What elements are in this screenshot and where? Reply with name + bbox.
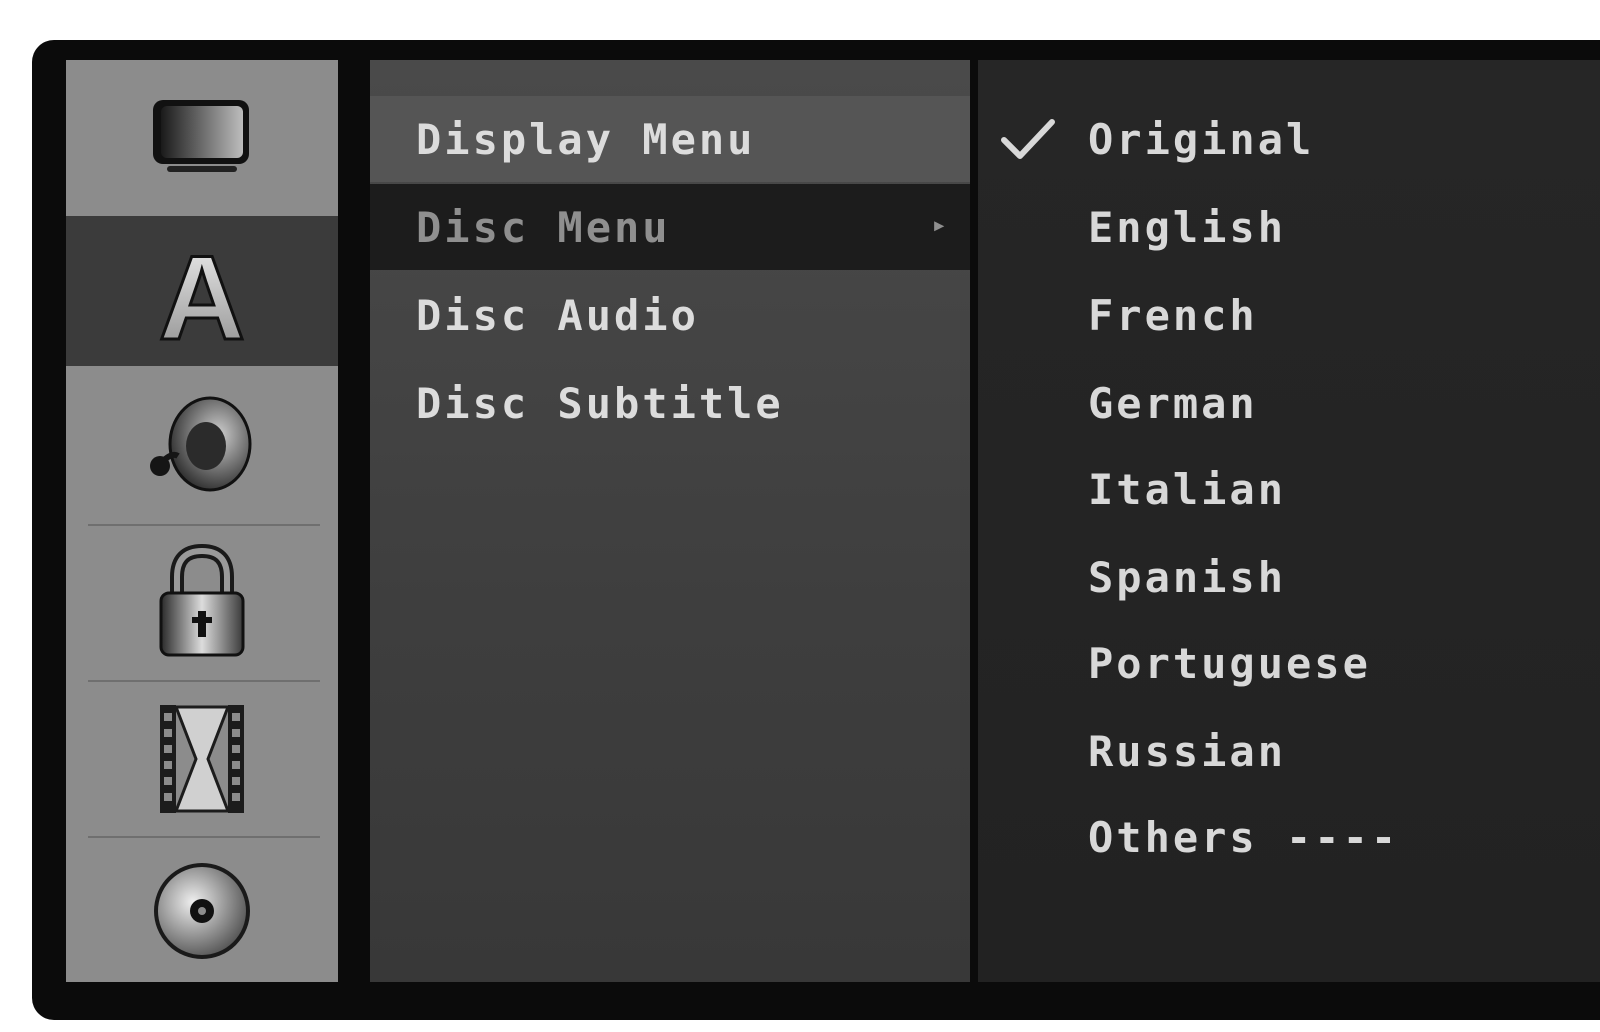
menu-item-label: Disc Subtitle xyxy=(416,378,784,428)
option-label: French xyxy=(1088,290,1258,340)
checkmark-icon xyxy=(1001,119,1055,159)
option-label: Spanish xyxy=(1088,552,1287,602)
setup-category-sidebar: A xyxy=(66,60,338,982)
option-label: Portuguese xyxy=(1088,638,1371,688)
menu-item-disc-subtitle[interactable]: Disc Subtitle xyxy=(370,360,970,446)
menu-item-label: Disc Audio xyxy=(416,290,699,340)
category-recording[interactable] xyxy=(66,684,338,834)
menu-item-disc-menu[interactable]: Disc Menu ▸ xyxy=(370,184,970,270)
option-english[interactable]: English xyxy=(978,184,1600,270)
menu-item-label: Display Menu xyxy=(416,114,756,164)
option-label: Others ---- xyxy=(1088,812,1400,862)
language-icon: A xyxy=(157,231,247,351)
option-german[interactable]: German xyxy=(978,360,1600,446)
option-label: German xyxy=(1088,378,1258,428)
option-label: Russian xyxy=(1088,726,1287,776)
option-others[interactable]: Others ---- xyxy=(978,794,1600,880)
menu-item-disc-audio[interactable]: Disc Audio xyxy=(370,272,970,358)
lock-icon xyxy=(159,543,245,657)
option-original[interactable]: Original xyxy=(978,96,1600,182)
sidebar-divider xyxy=(88,836,320,838)
option-italian[interactable]: Italian xyxy=(978,446,1600,532)
menu-item-label: Disc Menu xyxy=(416,202,671,252)
svg-text:A: A xyxy=(159,231,246,351)
option-russian[interactable]: Russian xyxy=(978,708,1600,794)
sidebar-divider xyxy=(88,680,320,682)
option-label: Italian xyxy=(1088,464,1287,514)
option-label: Original xyxy=(1088,114,1315,164)
category-lock[interactable] xyxy=(66,528,338,678)
category-audio[interactable] xyxy=(66,372,338,522)
option-portuguese[interactable]: Portuguese xyxy=(978,620,1600,706)
recording-icon xyxy=(160,705,244,813)
display-icon xyxy=(153,100,249,172)
category-disc[interactable] xyxy=(66,840,338,982)
sidebar-divider xyxy=(88,524,320,526)
setup-menu-list: Display Menu Disc Menu ▸ Disc Audio Disc… xyxy=(370,60,970,982)
language-options-list: Original English French German Italian S… xyxy=(978,60,1600,982)
option-spanish[interactable]: Spanish xyxy=(978,534,1600,620)
option-french[interactable]: French xyxy=(978,272,1600,358)
menu-item-display-menu[interactable]: Display Menu xyxy=(370,96,970,182)
submenu-arrow-icon: ▸ xyxy=(931,210,950,240)
category-display[interactable] xyxy=(66,60,338,210)
category-language[interactable]: A xyxy=(66,216,338,366)
audio-icon xyxy=(150,396,252,492)
option-label: English xyxy=(1088,202,1287,252)
disc-icon xyxy=(154,863,250,959)
